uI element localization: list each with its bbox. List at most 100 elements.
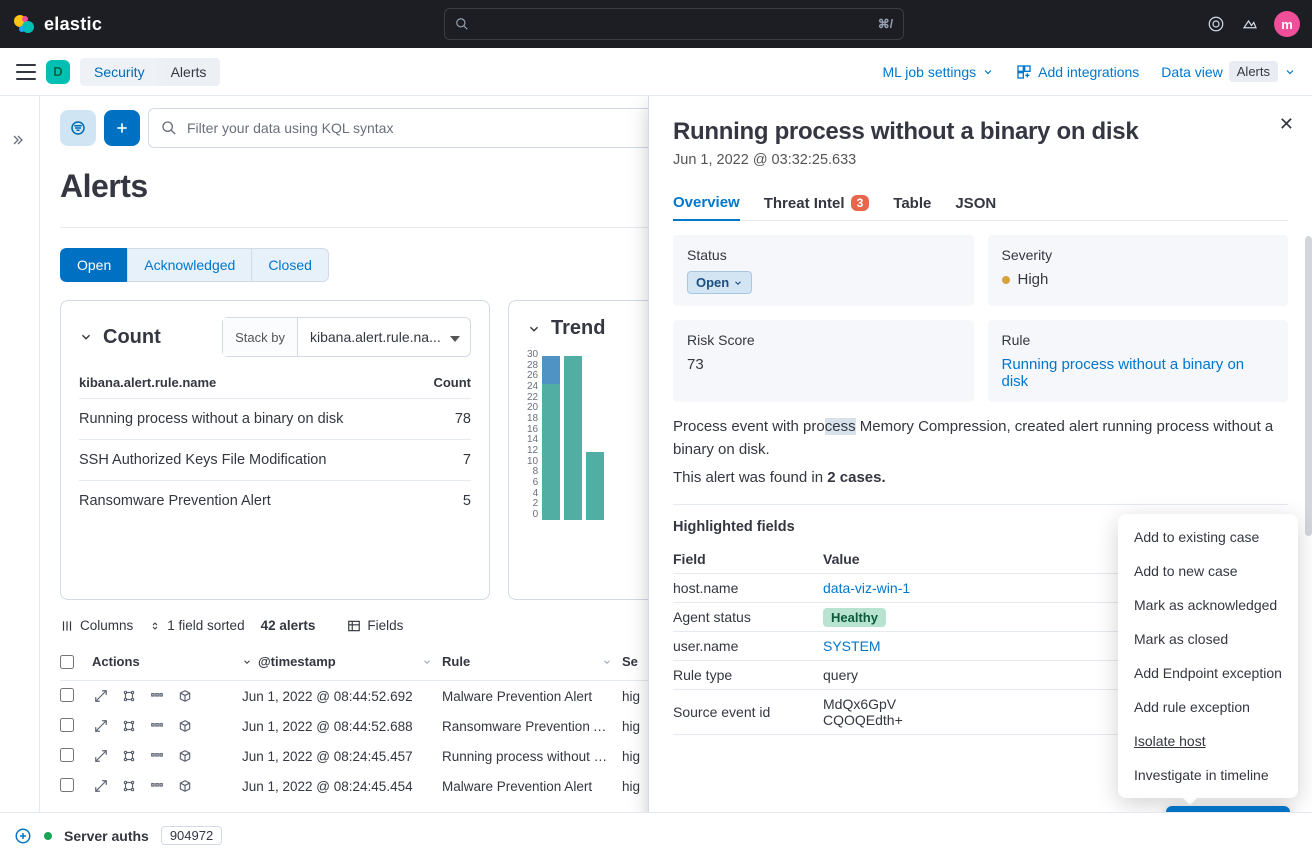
global-search[interactable]: ⌘/ — [444, 8, 904, 40]
select-all-checkbox[interactable] — [60, 655, 74, 669]
analyze-icon[interactable] — [120, 747, 138, 765]
expand-icon[interactable] — [92, 717, 110, 735]
close-flyout-button[interactable]: ✕ — [1279, 114, 1294, 135]
hf-field: Agent status — [673, 609, 823, 625]
col-timestamp[interactable]: @timestamp — [242, 654, 442, 669]
tab-overview[interactable]: Overview — [673, 186, 740, 221]
severity-dot-icon — [1002, 276, 1010, 284]
chart-bars — [542, 350, 604, 520]
hf-col-value: Value — [823, 551, 1023, 567]
expand-icon[interactable] — [92, 777, 110, 795]
expand-icon[interactable] — [92, 747, 110, 765]
newsfeed-icon[interactable] — [1240, 14, 1260, 34]
analyze-icon[interactable] — [120, 687, 138, 705]
cube-icon[interactable] — [176, 717, 194, 735]
add-integrations-button[interactable]: Add integrations — [1016, 64, 1139, 80]
menu-item[interactable]: Add Endpoint exception — [1118, 656, 1298, 690]
timeline-name[interactable]: Server auths — [64, 828, 149, 844]
add-timeline-button[interactable] — [14, 827, 32, 845]
risk-label: Risk Score — [687, 332, 960, 348]
cube-icon[interactable] — [176, 747, 194, 765]
scrollbar[interactable] — [1305, 236, 1312, 536]
tab-table[interactable]: Table — [893, 186, 931, 220]
row-checkbox[interactable] — [60, 748, 74, 762]
search-shortcut: ⌘/ — [878, 17, 893, 31]
status-tab-closed[interactable]: Closed — [251, 248, 329, 282]
row-checkbox[interactable] — [60, 718, 74, 732]
brand-logo[interactable]: elastic — [12, 12, 102, 36]
chart-bar[interactable] — [542, 356, 560, 520]
header-actions: ML job settings Add integrations Data vi… — [882, 61, 1296, 82]
analyze-icon[interactable] — [120, 717, 138, 735]
cube-icon[interactable] — [176, 777, 194, 795]
data-view-button[interactable]: Data view Alerts — [1161, 61, 1296, 82]
session-icon[interactable] — [148, 777, 166, 795]
chevron-down-icon[interactable] — [79, 330, 93, 344]
y-tick: 0 — [527, 510, 538, 520]
cube-icon[interactable] — [176, 687, 194, 705]
analyze-icon[interactable] — [120, 777, 138, 795]
hf-value: MdQx6GpV CQOQEdth+ — [823, 696, 903, 728]
ml-job-settings-button[interactable]: ML job settings — [882, 64, 994, 80]
fields-icon — [347, 619, 361, 633]
row-actions — [92, 747, 242, 765]
hf-col-field: Field — [673, 551, 823, 567]
space-selector[interactable]: D — [46, 60, 70, 84]
tab-json[interactable]: JSON — [955, 186, 996, 220]
status-dot-icon — [44, 832, 52, 840]
help-icon[interactable] — [1206, 14, 1226, 34]
expand-icon[interactable] — [92, 687, 110, 705]
chart-bar[interactable] — [564, 356, 582, 520]
hf-value-link[interactable]: SYSTEM — [823, 638, 881, 654]
menu-item[interactable]: Investigate in timeline — [1118, 758, 1298, 792]
expand-sidebar-icon[interactable] — [12, 132, 28, 148]
row-timestamp: Jun 1, 2022 @ 08:44:52.688 — [242, 719, 442, 734]
user-avatar[interactable]: m — [1274, 11, 1300, 37]
chart-bar[interactable] — [586, 452, 604, 520]
fields-button[interactable]: Fields — [347, 618, 403, 633]
session-icon[interactable] — [148, 687, 166, 705]
sort-button[interactable]: 1 field sorted — [149, 618, 244, 633]
menu-item[interactable]: Add to existing case — [1118, 520, 1298, 554]
menu-item[interactable]: Mark as acknowledged — [1118, 588, 1298, 622]
alert-flyout: ✕ Running process without a binary on di… — [648, 96, 1312, 858]
row-rule: Malware Prevention Alert — [442, 689, 622, 704]
row-rule: Ransomware Prevention Al... — [442, 719, 622, 734]
menu-item[interactable]: Mark as closed — [1118, 622, 1298, 656]
col-rule[interactable]: Rule — [442, 654, 622, 669]
hf-value-link[interactable]: data-viz-win-1 — [823, 580, 910, 596]
flyout-tabs: Overview Threat Intel 3 Table JSON — [673, 186, 1288, 221]
chevron-down-icon[interactable] — [527, 322, 541, 336]
hf-value-cell: data-viz-win-1 — [823, 580, 1023, 596]
row-checkbox[interactable] — [60, 778, 74, 792]
status-tab-open[interactable]: Open — [60, 248, 128, 282]
tab-threat-intel[interactable]: Threat Intel 3 — [764, 186, 870, 220]
y-tick: 10 — [527, 457, 538, 467]
menu-item[interactable]: Add to new case — [1118, 554, 1298, 588]
session-icon[interactable] — [148, 747, 166, 765]
breadcrumb-app[interactable]: Security — [80, 58, 159, 86]
columns-button[interactable]: Columns — [60, 618, 133, 633]
count-row[interactable]: SSH Authorized Keys File Modification 7 — [79, 440, 471, 481]
row-checkbox[interactable] — [60, 688, 74, 702]
status-tab-acknowledged[interactable]: Acknowledged — [127, 248, 252, 282]
stack-by-select[interactable]: Stack by kibana.alert.rule.na... — [222, 317, 471, 357]
collapse-rail — [0, 96, 40, 858]
stack-by-label: Stack by — [223, 318, 298, 356]
rule-link[interactable]: Running process without a binary on disk — [1002, 356, 1275, 390]
chart-segment — [542, 384, 560, 520]
sort-label: 1 field sorted — [167, 618, 244, 633]
count-row-name: SSH Authorized Keys File Modification — [79, 452, 326, 468]
menu-item[interactable]: Isolate host — [1118, 724, 1298, 758]
count-row[interactable]: Ransomware Prevention Alert 5 — [79, 481, 471, 521]
nav-menu-toggle[interactable] — [16, 64, 36, 80]
count-col-count: Count — [433, 375, 471, 390]
saved-query-button[interactable] — [60, 110, 96, 146]
session-icon[interactable] — [148, 717, 166, 735]
menu-item[interactable]: Add rule exception — [1118, 690, 1298, 724]
count-row-value: 78 — [455, 411, 471, 427]
status-select[interactable]: Open — [687, 271, 752, 294]
threat-intel-badge: 3 — [851, 195, 870, 211]
add-filter-button[interactable] — [104, 110, 140, 146]
count-row[interactable]: Running process without a binary on disk… — [79, 399, 471, 440]
